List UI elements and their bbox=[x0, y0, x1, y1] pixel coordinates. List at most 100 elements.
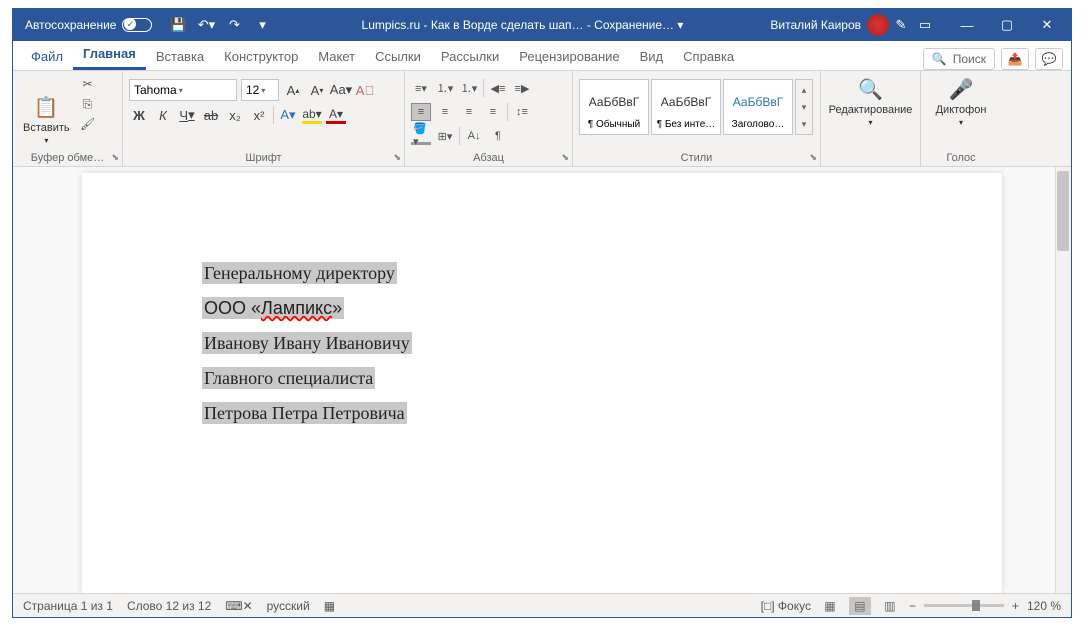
zoom-slider[interactable] bbox=[924, 604, 1004, 607]
page[interactable]: Генеральному директору ООО «Лампикс» Ива… bbox=[82, 173, 1002, 593]
zoom-level[interactable]: 120 % bbox=[1027, 599, 1061, 613]
show-marks-icon[interactable]: ¶ bbox=[488, 127, 508, 145]
macro-icon[interactable]: ▦ bbox=[324, 599, 335, 613]
page-indicator[interactable]: Страница 1 из 1 bbox=[23, 599, 113, 613]
editing-button[interactable]: 🔍 Редактирование ▾ bbox=[827, 75, 914, 129]
comments-button[interactable]: 💬 bbox=[1035, 48, 1063, 70]
share-button[interactable]: 📤 bbox=[1001, 48, 1029, 70]
copy-icon[interactable]: ⎘ bbox=[78, 97, 98, 115]
text-line[interactable]: ООО «Лампикс» bbox=[202, 297, 344, 319]
vertical-scrollbar[interactable] bbox=[1055, 167, 1071, 593]
group-styles: АаБбВвГ ¶ Обычный АаБбВвГ ¶ Без инте… Аа… bbox=[573, 71, 821, 166]
line-spacing-icon[interactable]: ↕≡ bbox=[512, 103, 532, 121]
text-line[interactable]: Генеральному директору bbox=[202, 262, 397, 284]
font-name-combo[interactable]: Tahoma▾ bbox=[129, 79, 237, 101]
highlight-icon[interactable]: ab▾ bbox=[302, 106, 322, 124]
bold-button[interactable]: Ж bbox=[129, 105, 149, 125]
read-view-icon[interactable]: ▦ bbox=[819, 597, 841, 615]
tab-layout[interactable]: Макет bbox=[308, 43, 365, 70]
group-voice: 🎤 Диктофон ▾ Голос bbox=[921, 71, 1001, 166]
numbering-icon[interactable]: ⒈▾ bbox=[435, 79, 455, 97]
text-line[interactable]: Петрова Петра Петровича bbox=[202, 402, 407, 424]
word-count[interactable]: Слово 12 из 12 bbox=[127, 599, 211, 613]
avatar bbox=[867, 14, 889, 36]
dialog-launcher-icon[interactable]: ⬊ bbox=[561, 152, 569, 163]
ribbon-tabs: Файл Главная Вставка Конструктор Макет С… bbox=[13, 41, 1071, 71]
styles-more-icon[interactable]: ▴▾▾ bbox=[795, 79, 813, 135]
dialog-launcher-icon[interactable]: ⬊ bbox=[111, 152, 119, 163]
tab-home[interactable]: Главная bbox=[73, 40, 146, 70]
tab-references[interactable]: Ссылки bbox=[365, 43, 431, 70]
print-layout-icon[interactable]: ▤ bbox=[849, 597, 871, 615]
subscript-button[interactable]: x₂ bbox=[225, 105, 245, 125]
dialog-launcher-icon[interactable]: ⬊ bbox=[393, 152, 401, 163]
tab-design[interactable]: Конструктор bbox=[214, 43, 308, 70]
minimize-button[interactable]: — bbox=[947, 9, 987, 41]
text-line[interactable]: Иванову Ивану Ивановичу bbox=[202, 332, 412, 354]
cut-icon[interactable]: ✂ bbox=[78, 77, 98, 95]
autosave[interactable]: Автосохранение bbox=[17, 18, 160, 32]
clear-format-icon[interactable]: A⃠ bbox=[355, 80, 375, 100]
font-size-combo[interactable]: 12▾ bbox=[241, 79, 279, 101]
scroll-thumb[interactable] bbox=[1057, 171, 1069, 251]
multilevel-icon[interactable]: ⒈▾ bbox=[459, 79, 479, 97]
ribbon-options-icon[interactable]: ▭ bbox=[913, 13, 937, 37]
paste-button[interactable]: 📋 Вставить ▾ bbox=[19, 75, 74, 164]
focus-mode[interactable]: [□] Фокус bbox=[761, 599, 811, 613]
style-no-int[interactable]: АаБбВвГ ¶ Без инте… bbox=[651, 79, 721, 135]
undo-icon[interactable]: ↶▾ bbox=[194, 13, 218, 37]
font-color-icon[interactable]: A▾ bbox=[326, 106, 346, 124]
tab-file[interactable]: Файл bbox=[21, 43, 73, 70]
sort-icon[interactable]: A↓ bbox=[464, 127, 484, 145]
tab-review[interactable]: Рецензирование bbox=[509, 43, 629, 70]
format-painter-icon[interactable]: 🖌 bbox=[78, 117, 98, 135]
strike-button[interactable]: ab bbox=[201, 105, 221, 125]
ribbon: 📋 Вставить ▾ ✂ ⎘ 🖌 Буфер обме… ⬊ Tahoma▾… bbox=[13, 71, 1071, 167]
indent-right-icon[interactable]: ≡▶ bbox=[512, 79, 532, 97]
zoom-in-button[interactable]: + bbox=[1012, 599, 1019, 613]
maximize-button[interactable]: ▢ bbox=[987, 9, 1027, 41]
borders-icon[interactable]: ⊞▾ bbox=[435, 127, 455, 145]
search-box[interactable]: 🔍 Поиск bbox=[923, 48, 995, 70]
web-layout-icon[interactable]: ▥ bbox=[879, 597, 901, 615]
tab-mailings[interactable]: Рассылки bbox=[431, 43, 509, 70]
justify-icon[interactable]: ≡ bbox=[483, 103, 503, 121]
dialog-launcher-icon[interactable]: ⬊ bbox=[809, 152, 817, 163]
italic-button[interactable]: К bbox=[153, 105, 173, 125]
text-line[interactable]: Главного специалиста bbox=[202, 367, 375, 389]
group-editing: 🔍 Редактирование ▾ bbox=[821, 71, 921, 166]
underline-button[interactable]: Ч▾ bbox=[177, 105, 197, 125]
style-normal[interactable]: АаБбВвГ ¶ Обычный bbox=[579, 79, 649, 135]
group-label: Голос bbox=[921, 152, 1001, 164]
grow-font-icon[interactable]: A▴ bbox=[283, 80, 303, 100]
redo-icon[interactable]: ↷ bbox=[222, 13, 246, 37]
titlebar: Автосохранение 💾 ↶▾ ↷ ▾ Lumpics.ru - Как… bbox=[13, 9, 1071, 41]
indent-left-icon[interactable]: ◀≡ bbox=[488, 79, 508, 97]
align-left-icon[interactable]: ≡ bbox=[411, 103, 431, 121]
style-heading[interactable]: АаБбВвГ Заголово… bbox=[723, 79, 793, 135]
autosave-toggle[interactable] bbox=[122, 18, 152, 32]
text-effects-icon[interactable]: A▾ bbox=[278, 105, 298, 125]
group-paragraph: ≡▾ ⒈▾ ⒈▾ ◀≡ ≡▶ ≡ ≡ ≡ ≡ ↕≡ 🪣▾ ⊞▾ bbox=[405, 71, 573, 166]
qat-more-icon[interactable]: ▾ bbox=[250, 13, 274, 37]
align-right-icon[interactable]: ≡ bbox=[459, 103, 479, 121]
close-button[interactable]: ✕ bbox=[1027, 9, 1067, 41]
align-center-icon[interactable]: ≡ bbox=[435, 103, 455, 121]
tab-view[interactable]: Вид bbox=[630, 43, 674, 70]
user-account[interactable]: Виталий Каиров bbox=[770, 14, 889, 36]
shrink-font-icon[interactable]: A▾ bbox=[307, 80, 327, 100]
language[interactable]: русский bbox=[267, 599, 310, 613]
change-case-icon[interactable]: Aa▾ bbox=[331, 80, 351, 100]
search-label: Поиск bbox=[953, 52, 986, 66]
shading-icon[interactable]: 🪣▾ bbox=[411, 127, 431, 145]
tab-insert[interactable]: Вставка bbox=[146, 43, 214, 70]
zoom-out-button[interactable]: − bbox=[909, 599, 916, 613]
tab-help[interactable]: Справка bbox=[673, 43, 744, 70]
ink-icon[interactable]: ✎ bbox=[889, 13, 913, 37]
superscript-button[interactable]: x² bbox=[249, 105, 269, 125]
save-icon[interactable]: 💾 bbox=[166, 13, 190, 37]
bullets-icon[interactable]: ≡▾ bbox=[411, 79, 431, 97]
dictate-button[interactable]: 🎤 Диктофон ▾ bbox=[927, 75, 995, 129]
spell-check-icon[interactable]: ⌨✕ bbox=[225, 599, 252, 613]
user-name: Виталий Каиров bbox=[770, 18, 861, 32]
